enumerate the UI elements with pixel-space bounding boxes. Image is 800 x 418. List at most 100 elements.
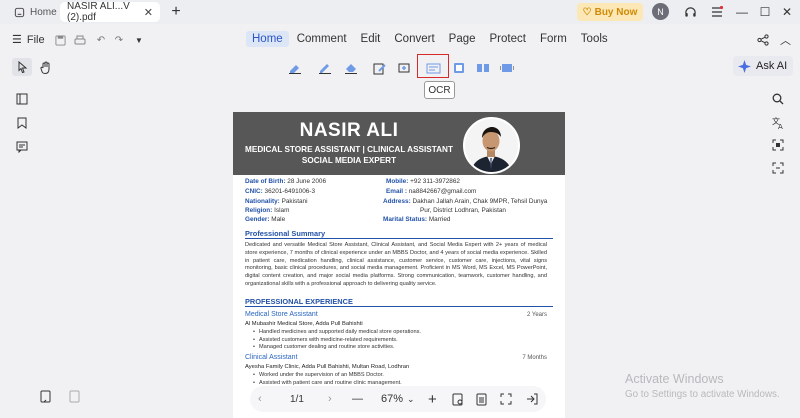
new-tab-button[interactable]: + <box>168 2 184 22</box>
ocr-highlight-box <box>417 54 449 78</box>
share-icon[interactable] <box>757 34 769 49</box>
gender-line: Gender: Male <box>245 216 286 223</box>
activate-windows-watermark: Activate Windows Go to Settings to activ… <box>625 372 780 400</box>
hand-tool-button[interactable] <box>36 58 56 76</box>
ask-ai-button[interactable]: Ask AI <box>733 56 793 76</box>
ocr-tooltip: OCR <box>424 81 455 99</box>
address-line2: Pur, District Lodhran, Pakistan <box>420 207 506 214</box>
collapse-ribbon-icon[interactable]: ︿ <box>780 32 791 48</box>
menu-bar: ☰ File ↶ ↷ ▼ Home Comment Edit Convert P… <box>0 28 800 52</box>
comment-icon[interactable] <box>14 140 30 154</box>
menu-page[interactable]: Page <box>443 31 482 47</box>
list-item: Managed customer dealing and routine sto… <box>253 344 421 352</box>
maximize-button[interactable]: ☐ <box>755 2 775 22</box>
summary-divider <box>245 238 553 239</box>
bookmark-icon[interactable] <box>14 116 30 130</box>
edit-pdf-icon[interactable] <box>371 59 389 77</box>
home-tab-label: Home <box>30 6 57 18</box>
close-tab-icon[interactable]: ✕ <box>144 6 153 19</box>
organize-icon[interactable] <box>474 59 492 77</box>
list-item: Assisted customers with medicine-related… <box>253 337 421 345</box>
job-bullets: Handled medicines and supported daily me… <box>253 329 421 352</box>
hamburger-icon: ☰ <box>12 34 22 46</box>
home-tab[interactable]: Home <box>8 3 63 21</box>
file-label: File <box>26 33 45 46</box>
page-navigation-bar: ‹ 1/1 › — 67% ⌄ + <box>250 386 546 412</box>
list-item: Handled medicines and supported daily me… <box>253 329 421 337</box>
select-tool-button[interactable] <box>12 58 32 76</box>
resume-name: NASIR ALI <box>299 120 399 141</box>
summary-text: Dedicated and versatile Medical Store As… <box>245 242 547 287</box>
menu-home[interactable]: Home <box>246 31 289 47</box>
minimize-button[interactable]: — <box>732 2 752 22</box>
zoom-in-button[interactable]: + <box>428 391 437 408</box>
thumbnails-icon[interactable] <box>14 92 30 106</box>
job-title: Clinical Assistant <box>245 354 298 361</box>
experience-divider <box>245 306 553 307</box>
file-menu-button[interactable]: ☰ File <box>12 33 45 47</box>
zoom-level[interactable]: 67% <box>381 391 403 407</box>
fit-page-icon[interactable] <box>452 391 464 407</box>
svg-text:A: A <box>778 123 783 129</box>
main-menu: Home Comment Edit Convert Page Protect F… <box>246 31 616 47</box>
undo-icon[interactable]: ↶ <box>94 33 108 47</box>
menu-tools[interactable]: Tools <box>575 31 614 47</box>
prev-page-button[interactable]: ‹ <box>258 391 262 407</box>
mobile-line: Mobile: +92 311-3972862 <box>386 178 460 185</box>
title-bar: Home NASIR ALI...V (2).pdf ✕ + ♡ Buy Now… <box>0 0 800 24</box>
search-icon[interactable] <box>770 92 786 106</box>
quick-access-dropdown-icon[interactable]: ▼ <box>132 33 146 47</box>
menu-protect[interactable]: Protect <box>484 31 532 47</box>
eraser-icon[interactable] <box>342 59 360 77</box>
menu-form[interactable]: Form <box>534 31 573 47</box>
page-indicator[interactable]: 1/1 <box>290 391 304 407</box>
redo-icon[interactable]: ↷ <box>112 33 126 47</box>
email-line: Email : na8842667@gmail.com <box>386 188 477 195</box>
menu-icon[interactable] <box>707 2 727 22</box>
edit-text-icon[interactable] <box>316 59 334 77</box>
convert-icon[interactable] <box>450 59 468 77</box>
menu-convert[interactable]: Convert <box>388 31 440 47</box>
close-window-button[interactable]: ✕ <box>777 2 797 22</box>
avatar[interactable]: N <box>652 3 669 20</box>
save-icon[interactable] <box>53 33 67 47</box>
address-line: Address: Dakhan Jallah Arain, Chak 9MPR,… <box>383 198 548 205</box>
watermark-title: Activate Windows <box>625 372 724 386</box>
scan-icon[interactable] <box>770 138 786 152</box>
translate-icon[interactable]: 文A <box>770 115 786 129</box>
buy-now-button[interactable]: ♡ Buy Now <box>577 3 643 21</box>
zoom-dropdown-icon[interactable]: ⌄ <box>407 391 415 407</box>
job-title: Medical Store Assistant <box>245 311 318 318</box>
compress-icon[interactable] <box>395 59 413 77</box>
next-page-button[interactable]: › <box>328 391 332 407</box>
headset-icon[interactable] <box>680 2 700 22</box>
profile-photo <box>463 117 520 174</box>
highlight-icon[interactable] <box>286 59 304 77</box>
resume-banner: NASIR ALI MEDICAL STORE ASSISTANT | CLIN… <box>233 112 565 175</box>
ocr-scan-icon[interactable] <box>770 161 786 175</box>
ask-ai-label: Ask AI <box>756 60 788 72</box>
document-tab[interactable]: NASIR ALI...V (2).pdf ✕ <box>60 1 160 23</box>
sparkle-icon <box>738 59 751 73</box>
document-tab-label: NASIR ALI...V (2).pdf <box>67 1 130 23</box>
buy-now-label: Buy Now <box>594 6 638 18</box>
single-page-icon[interactable] <box>476 391 488 407</box>
zoom-out-button[interactable]: — <box>352 391 363 407</box>
summary-heading: Professional Summary <box>245 229 326 238</box>
page-icon[interactable] <box>66 389 82 403</box>
resume-role-line2: SOCIAL MEDIA EXPERT <box>301 156 397 165</box>
exit-icon[interactable] <box>526 391 538 407</box>
watermark-subtitle: Go to Settings to activate Windows. <box>625 389 780 400</box>
fullscreen-icon[interactable] <box>500 391 512 407</box>
menu-edit[interactable]: Edit <box>355 31 387 47</box>
job-duration: 2 Years <box>526 312 547 318</box>
resume-role-line1: MEDICAL STORE ASSISTANT | CLINICAL ASSIS… <box>245 145 453 154</box>
bookmark-add-icon[interactable] <box>38 389 54 403</box>
dob-line: Date of Birth: 28 June 2006 <box>245 178 326 185</box>
print-icon[interactable] <box>73 33 87 47</box>
menu-comment[interactable]: Comment <box>291 31 353 47</box>
batch-icon[interactable] <box>498 59 516 77</box>
pdf-page: NASIR ALI MEDICAL STORE ASSISTANT | CLIN… <box>233 112 565 418</box>
religion-line: Religion: Islam <box>245 207 290 214</box>
left-sidebar <box>14 92 30 154</box>
